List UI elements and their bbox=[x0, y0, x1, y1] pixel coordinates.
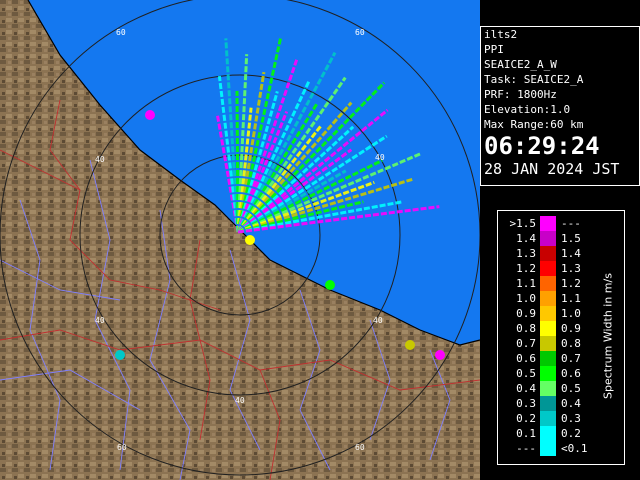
legend-swatch bbox=[540, 216, 556, 231]
info-panel: ilts2 PPI SEAICE2_A_W Task: SEAICE2_A PR… bbox=[480, 26, 640, 186]
legend-swatch bbox=[540, 411, 556, 426]
range-label: 40 bbox=[95, 316, 105, 325]
legend-row: 0.5 0.6 bbox=[498, 366, 608, 381]
legend-row: 1.2 1.3 bbox=[498, 261, 608, 276]
legend-lower-label: 1.0 bbox=[516, 292, 536, 305]
legend-swatch bbox=[540, 246, 556, 261]
max-range-value: Max Range:60 km bbox=[484, 118, 584, 131]
legend-lower-label: 0.6 bbox=[516, 352, 536, 365]
legend-lower-label: 1.1 bbox=[516, 277, 536, 290]
legend-lower-label: >1.5 bbox=[509, 217, 537, 230]
scan-date: 28 JAN 2024 JST bbox=[484, 160, 620, 178]
legend-lower-label: 1.3 bbox=[516, 247, 536, 260]
legend-row: 0.9 1.0 bbox=[498, 306, 608, 321]
legend-row: 0.7 0.8 bbox=[498, 336, 608, 351]
legend-upper-label: 0.7 bbox=[561, 352, 581, 365]
echo-patch bbox=[435, 350, 445, 360]
task-name: Task: SEAICE2_A bbox=[484, 73, 584, 86]
legend-lower-label: 0.9 bbox=[516, 307, 536, 320]
legend-upper-label: 1.5 bbox=[561, 232, 581, 245]
legend-lower-label: 0.2 bbox=[516, 412, 536, 425]
legend-upper-label: 0.3 bbox=[561, 412, 581, 425]
echo-patch bbox=[145, 110, 155, 120]
legend-upper-label: 1.2 bbox=[561, 277, 581, 290]
legend-lower-label: 0.7 bbox=[516, 337, 536, 350]
legend-row: 0.4 0.5 bbox=[498, 381, 608, 396]
legend-swatch bbox=[540, 291, 556, 306]
range-label: 60 bbox=[355, 28, 365, 37]
legend-swatch bbox=[540, 336, 556, 351]
legend-upper-label: 0.8 bbox=[561, 337, 581, 350]
legend-upper-label: --- bbox=[561, 217, 581, 230]
legend-row: --- <0.1 bbox=[498, 441, 608, 456]
legend-row: 0.6 0.7 bbox=[498, 351, 608, 366]
legend-swatch bbox=[540, 396, 556, 411]
legend-row: >1.5 --- bbox=[498, 216, 608, 231]
legend-lower-label: 0.3 bbox=[516, 397, 536, 410]
legend-upper-label: 1.3 bbox=[561, 262, 581, 275]
legend-lower-label: 0.1 bbox=[516, 427, 536, 440]
legend-title: Spectrum Width in m/s bbox=[601, 273, 615, 399]
range-label: 40 bbox=[375, 153, 385, 162]
range-label: 40 bbox=[373, 316, 383, 325]
color-legend: >1.5 --- 1.4 1.5 1.3 1.4 1.2 1.3 1.1 1.2 1.0 1.1 0.9… bbox=[497, 210, 625, 465]
legend-row: 1.0 1.1 bbox=[498, 291, 608, 306]
legend-row: 1.1 1.2 bbox=[498, 276, 608, 291]
scan-name: SEAICE2_A_W bbox=[484, 58, 557, 71]
range-label: 40 bbox=[95, 155, 105, 164]
echo-patch bbox=[245, 235, 255, 245]
radar-map: 60 60 40 40 40 40 40 60 60 bbox=[0, 0, 480, 480]
elevation-value: Elevation:1.0 bbox=[484, 103, 571, 116]
legend-lower-label: 0.5 bbox=[516, 367, 536, 380]
legend-swatch bbox=[540, 351, 556, 366]
legend-swatch bbox=[540, 261, 556, 276]
legend-row: 0.8 0.9 bbox=[498, 321, 608, 336]
legend-lower-label: 1.2 bbox=[516, 262, 536, 275]
legend-lower-label: --- bbox=[516, 442, 536, 455]
legend-lower-label: 0.8 bbox=[516, 322, 536, 335]
legend-swatch bbox=[540, 321, 556, 336]
product-type: PPI bbox=[484, 43, 504, 56]
range-label: 40 bbox=[235, 396, 245, 405]
prf-value: PRF: 1800Hz bbox=[484, 88, 557, 101]
legend-row: 0.2 0.3 bbox=[498, 411, 608, 426]
site-name: ilts2 bbox=[484, 28, 518, 41]
legend-swatch bbox=[540, 366, 556, 381]
legend-upper-label: 0.9 bbox=[561, 322, 581, 335]
legend-upper-label: 0.5 bbox=[561, 382, 581, 395]
legend-swatch bbox=[540, 306, 556, 321]
echo-patch bbox=[405, 340, 415, 350]
legend-row: 1.4 1.5 bbox=[498, 231, 608, 246]
range-label: 60 bbox=[355, 443, 365, 452]
legend-lower-label: 0.4 bbox=[516, 382, 536, 395]
range-label: 60 bbox=[117, 443, 127, 452]
legend-row: 1.3 1.4 bbox=[498, 246, 608, 261]
legend-upper-label: 1.1 bbox=[561, 292, 581, 305]
legend-upper-label: 1.0 bbox=[561, 307, 581, 320]
legend-upper-label: <0.1 bbox=[561, 442, 588, 455]
legend-upper-label: 0.6 bbox=[561, 367, 581, 380]
legend-upper-label: 0.4 bbox=[561, 397, 581, 410]
legend-row: 0.3 0.4 bbox=[498, 396, 608, 411]
legend-swatch bbox=[540, 441, 556, 456]
echo-patch bbox=[325, 280, 335, 290]
legend-upper-label: 1.4 bbox=[561, 247, 581, 260]
range-label: 60 bbox=[116, 28, 126, 37]
scan-time: 06:29:24 bbox=[484, 132, 600, 160]
legend-swatch bbox=[540, 231, 556, 246]
legend-swatch bbox=[540, 276, 556, 291]
legend-swatch bbox=[540, 426, 556, 441]
echo-patch bbox=[115, 350, 125, 360]
legend-upper-label: 0.2 bbox=[561, 427, 581, 440]
legend-lower-label: 1.4 bbox=[516, 232, 536, 245]
legend-swatch bbox=[540, 381, 556, 396]
legend-row: 0.1 0.2 bbox=[498, 426, 608, 441]
